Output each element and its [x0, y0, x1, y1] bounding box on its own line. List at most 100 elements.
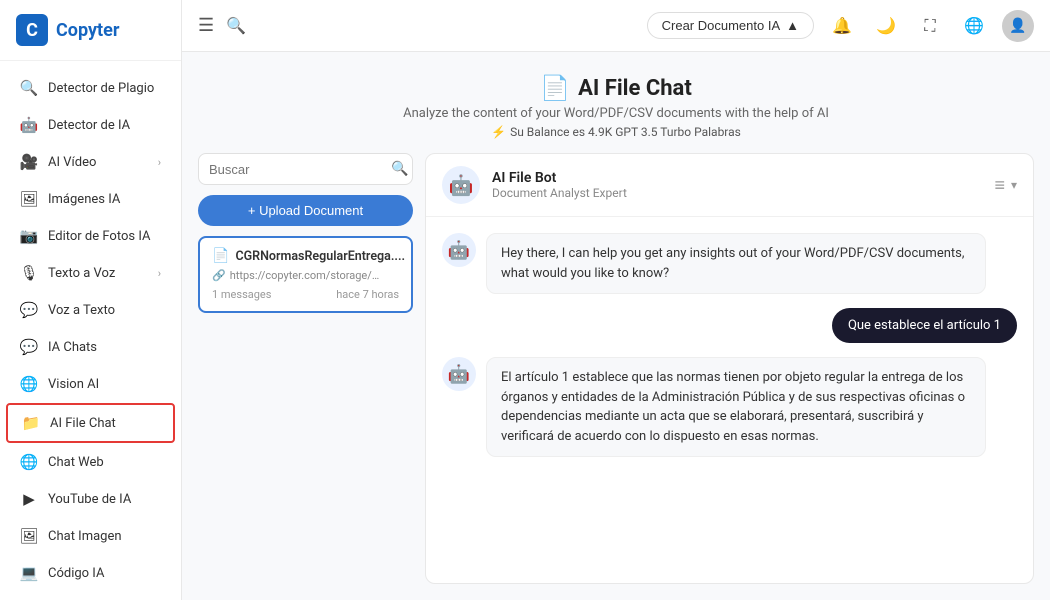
codigo-ia-icon: 💻: [20, 564, 38, 582]
detector-plagio-label: Detector de Plagio: [48, 81, 154, 96]
logo-text: Copyter: [56, 20, 119, 41]
upload-btn-label: + Upload Document: [248, 203, 363, 218]
message-row-2: Que establece el artículo 1: [442, 308, 1017, 343]
imagenes-ia-icon: 🖼: [20, 190, 38, 208]
doc-messages: 1 messages: [212, 288, 271, 301]
create-doc-label: Crear Documento IA: [662, 18, 781, 33]
detector-plagio-icon: 🔍: [20, 79, 38, 97]
ai-file-chat-icon: 📁: [22, 414, 40, 432]
chat-imagen-label: Chat Imagen: [48, 529, 122, 544]
sidebar-item-ai-video[interactable]: 🎥 AI Vídeo ›: [6, 144, 175, 180]
page-title: AI File Chat: [578, 76, 692, 101]
doc-meta-row: 1 messages hace 7 horas: [212, 288, 399, 301]
topbar: ☰ 🔍 Crear Documento IA ▲ 🔔 🌙 ⛶ 🌐 👤: [182, 0, 1050, 52]
ai-video-label: AI Vídeo: [48, 155, 96, 170]
page-subtitle: Analyze the content of your Word/PDF/CSV…: [198, 106, 1034, 121]
texto-voz-icon: 🎙: [20, 264, 38, 282]
detector-ia-icon: 🤖: [20, 116, 38, 134]
chat-web-label: Chat Web: [48, 455, 104, 470]
doc-title-row: 📄 CGRNormasRegularEntrega....: [212, 248, 399, 264]
logo-letter: C: [26, 20, 38, 41]
chat-messages: 🤖 Hey there, I can help you get any insi…: [426, 217, 1033, 583]
page-title-row: 📄 AI File Chat: [198, 74, 1034, 102]
texto-voz-arrow-icon: ›: [158, 267, 161, 280]
sidebar-item-ai-file-chat[interactable]: 📁 AI File Chat: [6, 403, 175, 443]
ai-video-arrow-icon: ›: [158, 156, 161, 169]
user-message-1: Que establece el artículo 1: [832, 308, 1017, 343]
bot-message-3: El artículo 1 establece que las normas t…: [486, 357, 986, 457]
link-icon: 🔗: [212, 269, 226, 282]
sidebar: C Copyter 🔍 Detector de Plagio 🤖Detector d…: [0, 0, 182, 600]
chat-header: 🤖 AI File Bot Document Analyst Expert ≡ …: [426, 154, 1033, 217]
pdf-icon: 📄: [212, 248, 229, 264]
document-card[interactable]: 📄 CGRNormasRegularEntrega.... 🔗 https://…: [198, 236, 413, 313]
bolt-icon: ⚡: [491, 125, 506, 139]
chat-left-panel: 🔍 + Upload Document 📄 CGRNormasRegularEn…: [198, 153, 413, 584]
sidebar-item-chat-imagen[interactable]: 🖼 Chat Imagen: [6, 518, 175, 554]
bot-info: AI File Bot Document Analyst Expert: [492, 170, 982, 200]
message-row-3: 🤖 El artículo 1 establece que las normas…: [442, 357, 1017, 457]
bell-icon[interactable]: 🔔: [826, 10, 858, 42]
bot-name: AI File Bot: [492, 170, 982, 186]
sidebar-logo[interactable]: C Copyter: [0, 0, 181, 61]
upload-document-button[interactable]: + Upload Document: [198, 195, 413, 226]
imagenes-ia-label: Imágenes IA: [48, 192, 120, 207]
globe-icon[interactable]: 🌐: [958, 10, 990, 42]
chat-header-menu[interactable]: ≡ ▾: [994, 175, 1017, 196]
search-icon: 🔍: [391, 161, 408, 177]
bot-role: Document Analyst Expert: [492, 186, 982, 200]
doc-link-row: 🔗 https://copyter.com/storage/A72co2OejW…: [212, 269, 399, 282]
bot-avatar: 🤖: [442, 166, 480, 204]
editor-fotos-label: Editor de Fotos IA: [48, 229, 150, 244]
doc-title: CGRNormasRegularEntrega....: [235, 249, 405, 264]
sidebar-item-texto-voz[interactable]: 🎙Texto a Voz›: [6, 255, 175, 291]
doc-link-text: https://copyter.com/storage/A72co2OejW.p…: [230, 269, 380, 282]
codigo-ia-label: Código IA: [48, 566, 104, 581]
chat-right-panel: 🤖 AI File Bot Document Analyst Expert ≡ …: [425, 153, 1034, 584]
bot-message-1: Hey there, I can help you get any insigh…: [486, 233, 986, 294]
voz-texto-icon: 💬: [20, 301, 38, 319]
doc-time: hace 7 horas: [336, 288, 399, 301]
sidebar-item-detector-plagio[interactable]: 🔍 Detector de Plagio: [6, 70, 175, 106]
page-header: 📄 AI File Chat Analyze the content of yo…: [182, 52, 1050, 153]
sidebar-item-ia-chats[interactable]: 💬 IA Chats: [6, 329, 175, 365]
bot-msg-avatar-1: 🤖: [442, 233, 476, 267]
ia-chats-icon: 💬: [20, 338, 38, 356]
menu-dots-icon: ≡: [994, 175, 1005, 196]
user-avatar[interactable]: 👤: [1002, 10, 1034, 42]
menu-icon[interactable]: ☰: [198, 15, 214, 36]
page-content: 📄 AI File Chat Analyze the content of yo…: [182, 52, 1050, 600]
voz-texto-label: Voz a Texto: [48, 303, 115, 318]
editor-fotos-icon: 📷: [20, 227, 38, 245]
sidebar-item-vision-ai[interactable]: 🌐Vision AI: [6, 366, 175, 402]
search-icon[interactable]: 🔍: [226, 16, 246, 35]
sidebar-item-editor-fotos[interactable]: 📷 Editor de Fotos IA: [6, 218, 175, 254]
sidebar-item-codigo-ia[interactable]: 💻 Código IA: [6, 555, 175, 591]
search-input[interactable]: [209, 162, 385, 177]
create-doc-button[interactable]: Crear Documento IA ▲: [647, 12, 814, 39]
sidebar-item-detector-ia[interactable]: 🤖Detector de IA: [6, 107, 175, 143]
balance-text: Su Balance es 4.9K GPT 3.5 Turbo Palabra…: [510, 125, 741, 139]
main-content: ☰ 🔍 Crear Documento IA ▲ 🔔 🌙 ⛶ 🌐 👤 📄 AI …: [182, 0, 1050, 600]
chat-imagen-icon: 🖼: [20, 527, 38, 545]
moon-icon[interactable]: 🌙: [870, 10, 902, 42]
chevron-icon: ▲: [786, 18, 799, 33]
ai-file-chat-label: AI File Chat: [50, 416, 116, 431]
youtube-ia-label: YouTube de IA: [48, 492, 131, 507]
youtube-ia-icon: ▶: [20, 490, 38, 508]
sidebar-item-imagenes-ia[interactable]: 🖼 Imágenes IA: [6, 181, 175, 217]
sidebar-item-voz-texto[interactable]: 💬 Voz a Texto: [6, 292, 175, 328]
logo-box: C: [16, 14, 48, 46]
vision-ai-icon: 🌐: [20, 375, 38, 393]
sidebar-item-brand-voice[interactable]: 🌐Brand Voice: [6, 592, 175, 600]
chat-web-icon: 🌐: [20, 453, 38, 471]
file-chat-icon: 📄: [540, 74, 570, 102]
ia-chats-label: IA Chats: [48, 340, 97, 355]
sidebar-item-chat-web[interactable]: 🌐 Chat Web: [6, 444, 175, 480]
message-row-1: 🤖 Hey there, I can help you get any insi…: [442, 233, 1017, 294]
fullscreen-icon[interactable]: ⛶: [914, 10, 946, 42]
sidebar-item-youtube-ia[interactable]: ▶ YouTube de IA: [6, 481, 175, 517]
ai-video-icon: 🎥: [20, 153, 38, 171]
search-bar: 🔍: [198, 153, 413, 185]
bot-msg-avatar-3: 🤖: [442, 357, 476, 391]
